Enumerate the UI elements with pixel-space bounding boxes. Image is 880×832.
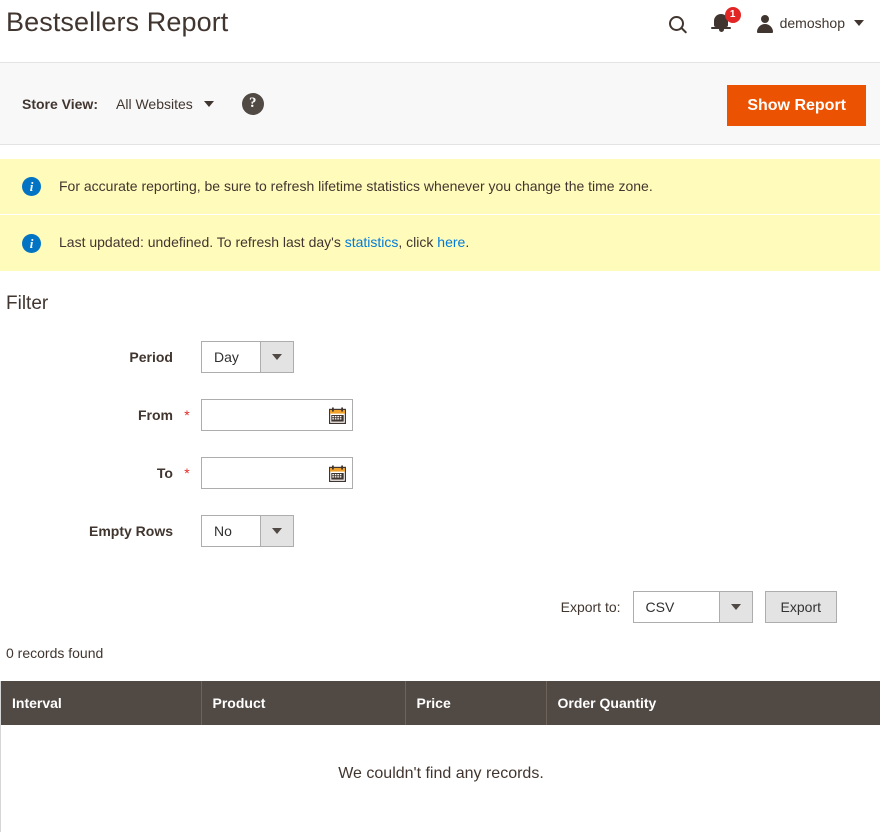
message-prefix: Last updated: undefined. To refresh last… — [59, 234, 345, 251]
filter-heading: Filter — [6, 293, 49, 314]
message-middle: , click — [398, 234, 438, 251]
chevron-down-icon — [718, 592, 752, 622]
period-value: Day — [214, 349, 239, 365]
chevron-down-icon — [260, 516, 293, 546]
required-asterisk: * — [184, 407, 190, 423]
empty-rows-select[interactable]: No — [201, 515, 294, 547]
empty-rows-label-text: Empty Rows — [88, 523, 173, 539]
message-refresh-statistics: i For accurate reporting, be sure to ref… — [0, 159, 880, 215]
empty-rows-label: Empty Rows — [6, 523, 201, 539]
period-select[interactable]: Day — [201, 341, 294, 373]
calendar-icon[interactable] — [328, 407, 347, 425]
store-view-switcher[interactable]: All Websites — [116, 96, 214, 112]
from-label-text: From — [138, 407, 173, 423]
messages-list: i For accurate reporting, be sure to ref… — [0, 159, 880, 271]
info-icon: i — [22, 177, 41, 196]
export-format-select[interactable]: CSV — [632, 591, 753, 623]
filter-row-from: From * — [6, 399, 866, 431]
to-label-text: To — [156, 465, 173, 481]
bell-icon: 1 — [710, 7, 741, 35]
from-date-field[interactable] — [201, 399, 353, 431]
export-to-label: Export to: — [560, 599, 621, 615]
here-link[interactable]: here — [437, 234, 465, 250]
column-header-price[interactable]: Price — [405, 681, 547, 725]
period-label-text: Period — [129, 349, 173, 365]
export-format-value: CSV — [645, 599, 675, 615]
period-label: Period — [6, 349, 201, 365]
table-row: We couldn't find any records. — [1, 725, 880, 832]
message-text: Last updated: undefined. To refresh last… — [59, 233, 469, 253]
from-label: From * — [6, 407, 201, 423]
column-header-interval[interactable]: Interval — [1, 681, 202, 725]
message-last-updated: i Last updated: undefined. To refresh la… — [0, 215, 880, 271]
filter-row-period: Period Day — [6, 341, 866, 373]
chevron-down-icon — [203, 100, 214, 107]
statistics-link[interactable]: statistics — [345, 234, 399, 250]
header-tools: 1 demoshop — [654, 6, 866, 40]
to-date-field[interactable] — [201, 457, 353, 489]
report-grid: Interval Product Price Order Quantity We… — [0, 681, 880, 832]
account-name: demoshop — [779, 15, 845, 31]
page-title: Bestsellers Report — [6, 7, 229, 37]
help-icon[interactable]: ? — [241, 92, 264, 115]
export-button[interactable]: Export — [764, 591, 837, 623]
page-header: Bestsellers Report 1 demoshop — [0, 0, 880, 62]
message-text: For accurate reporting, be sure to refre… — [59, 177, 653, 194]
chevron-down-icon — [260, 342, 293, 372]
filter-section: Filter Period Day From * To * Empty Rows… — [0, 293, 880, 547]
notification-count-badge: 1 — [724, 7, 741, 23]
person-icon — [756, 14, 773, 33]
store-view-label: Store View: — [22, 95, 98, 112]
search-icon — [669, 15, 685, 31]
report-table: Interval Product Price Order Quantity We… — [1, 681, 880, 832]
export-controls: Export to: CSV Export — [0, 591, 880, 623]
filter-row-to: To * — [6, 457, 866, 489]
column-header-order-quantity[interactable]: Order Quantity — [546, 681, 880, 725]
empty-rows-value: No — [214, 523, 232, 539]
store-view-bar: Store View: All Websites ? Show Report — [0, 62, 880, 145]
chevron-down-icon — [854, 20, 864, 26]
empty-records-message: We couldn't find any records. — [1, 725, 880, 832]
required-asterisk: * — [184, 465, 190, 481]
store-view-value: All Websites — [116, 95, 193, 112]
info-icon: i — [22, 233, 41, 253]
message-suffix: . — [465, 234, 470, 251]
filter-fields: Period Day From * To * Empty Rows No — [6, 341, 866, 547]
table-header-row: Interval Product Price Order Quantity — [1, 681, 880, 725]
column-header-product[interactable]: Product — [201, 681, 406, 725]
calendar-icon[interactable] — [328, 465, 347, 483]
search-button[interactable] — [654, 6, 700, 40]
show-report-button[interactable]: Show Report — [727, 85, 866, 126]
to-label: To * — [6, 465, 201, 481]
records-found-label: 0 records found — [6, 645, 104, 661]
filter-row-empty-rows: Empty Rows No — [6, 515, 866, 547]
account-menu[interactable]: demoshop — [746, 14, 866, 33]
notifications-button[interactable]: 1 — [700, 6, 746, 40]
